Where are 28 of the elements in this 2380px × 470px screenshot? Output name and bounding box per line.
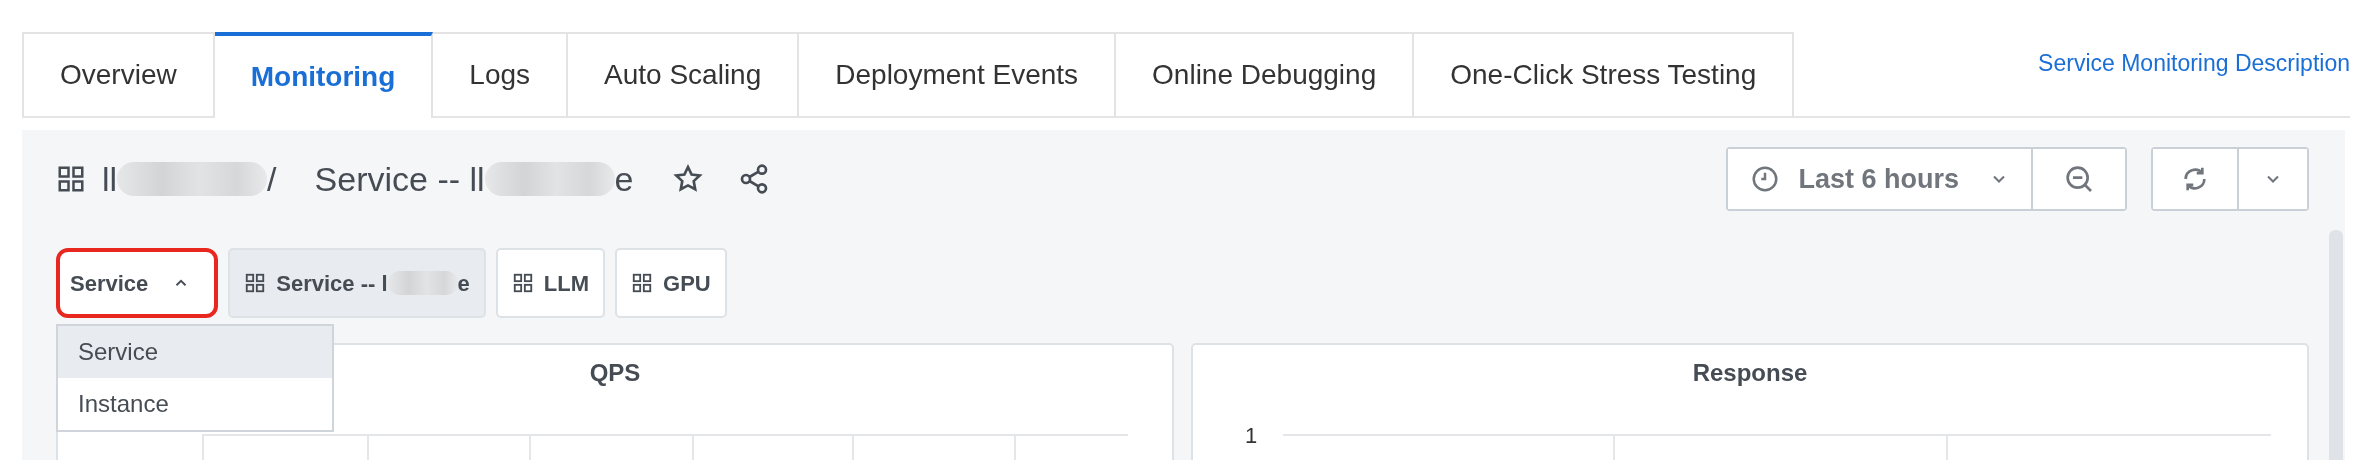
tab[interactable]: One-Click Stress Testing xyxy=(1414,32,1795,116)
panel-title: Response xyxy=(1691,358,1809,388)
grid-icon xyxy=(56,164,86,194)
dashboard-selector[interactable]: Service xyxy=(56,248,219,318)
dashboard-button[interactable]: GPU xyxy=(615,248,727,318)
zoom-out-button[interactable] xyxy=(2031,149,2125,209)
grid-icon xyxy=(511,272,534,294)
y-axis-tick: 1 xyxy=(1245,422,1258,450)
dashboard-title: ll xyxy=(102,158,118,200)
dashboard-title: Service -- ll xyxy=(314,158,485,200)
grid-icon xyxy=(244,272,267,294)
scrollbar[interactable] xyxy=(2329,230,2343,460)
menu-item[interactable]: Instance xyxy=(58,378,332,430)
breadcrumb-separator: / xyxy=(267,158,277,200)
tab[interactable]: Online Debugging xyxy=(1116,32,1415,116)
help-link[interactable]: Service Monitoring Description xyxy=(2038,45,2350,103)
tab[interactable]: Overview xyxy=(22,32,215,116)
redaction-blur xyxy=(387,271,458,295)
tab[interactable]: Auto Scaling xyxy=(568,32,800,116)
panel-title: QPS xyxy=(588,358,642,388)
grid-icon xyxy=(631,272,654,294)
dashboard-title: e xyxy=(614,158,634,200)
dashboard-button[interactable]: LLM xyxy=(495,248,606,318)
tab[interactable]: Monitoring xyxy=(214,32,434,118)
menu-item[interactable]: Service xyxy=(58,326,332,378)
tab[interactable]: Deployment Events xyxy=(799,32,1117,116)
dashboard-button[interactable]: Service -- l e xyxy=(228,248,486,318)
tab[interactable]: Logs xyxy=(433,32,569,116)
